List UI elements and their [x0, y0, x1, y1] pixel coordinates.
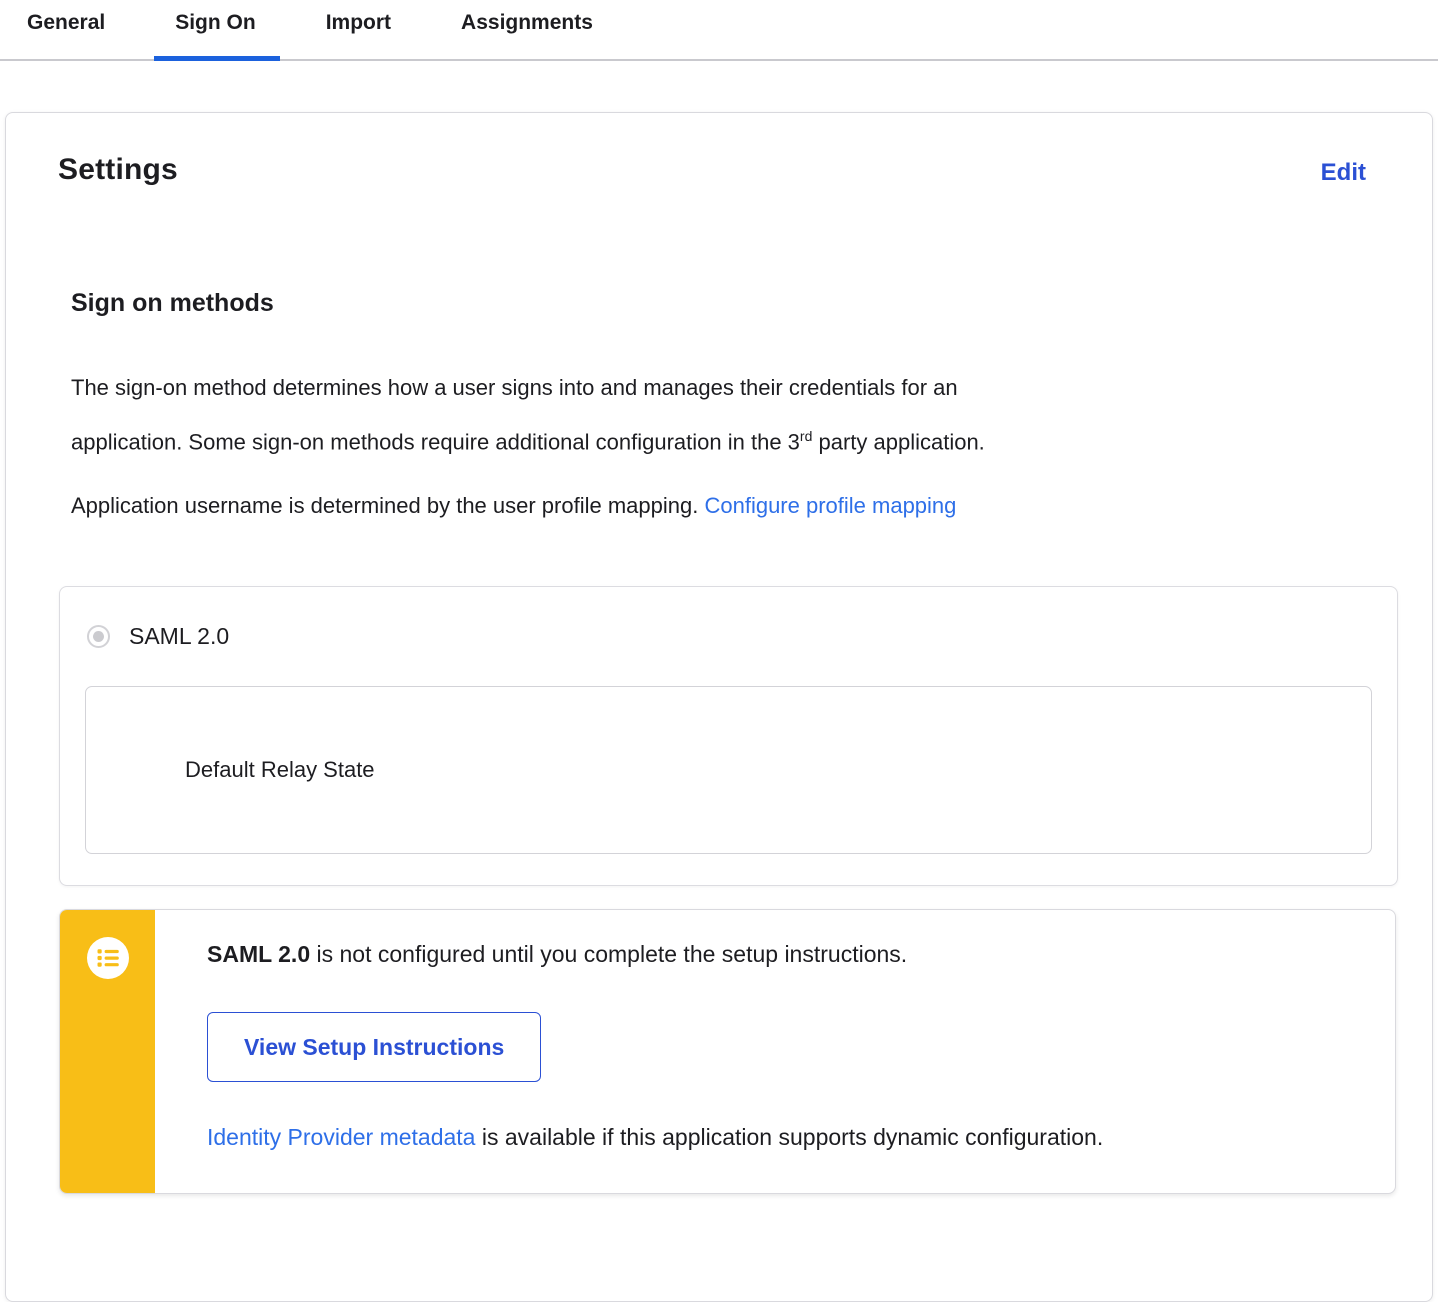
description-line-2: application. Some sign-on methods requir…: [71, 428, 985, 455]
sign-on-description: The sign-on method determines how a user…: [71, 364, 1386, 466]
list-icon: [86, 937, 129, 980]
default-relay-state-box: Default Relay State: [85, 686, 1372, 855]
view-setup-instructions-button[interactable]: View Setup Instructions: [207, 1012, 542, 1083]
tab-sign-on[interactable]: Sign On: [154, 8, 280, 61]
saml-method-box: SAML 2.0 Default Relay State: [59, 586, 1398, 887]
identity-provider-metadata-link[interactable]: Identity Provider metadata: [207, 1124, 475, 1150]
tab-assignments[interactable]: Assignments: [461, 8, 593, 38]
description-line-1: The sign-on method determines how a user…: [71, 375, 958, 400]
default-relay-state-label: Default Relay State: [185, 757, 375, 783]
notice-yellow-strip: [60, 910, 155, 1194]
settings-card: Settings Edit Sign on methods The sign-o…: [5, 112, 1433, 1302]
tab-import[interactable]: Import: [326, 8, 391, 38]
tab-general[interactable]: General: [27, 8, 105, 38]
edit-link[interactable]: Edit: [1321, 159, 1366, 187]
saml-setup-notice-banner: SAML 2.0 is not configured until you com…: [59, 909, 1396, 1195]
ordinal-suffix: rd: [799, 428, 813, 444]
radio-dot: [93, 631, 104, 643]
app-tab-bar: General Sign On Import Assignments: [0, 0, 1438, 61]
saml-radio-label: SAML 2.0: [129, 623, 230, 650]
saml-radio-row: SAML 2.0: [87, 623, 1372, 650]
metadata-availability-text: Identity Provider metadata is available …: [207, 1124, 1104, 1151]
notice-message: SAML 2.0 is not configured until you com…: [207, 941, 908, 968]
username-mapping-text: Application username is determined by th…: [71, 493, 957, 519]
configure-profile-mapping-link[interactable]: Configure profile mapping: [704, 493, 956, 518]
sign-on-methods-heading: Sign on methods: [71, 289, 274, 317]
settings-title: Settings: [58, 153, 178, 186]
settings-card-header: Settings Edit: [52, 153, 1386, 187]
saml-radio[interactable]: [87, 625, 110, 649]
notice-content: SAML 2.0 is not configured until you com…: [155, 910, 1103, 1193]
